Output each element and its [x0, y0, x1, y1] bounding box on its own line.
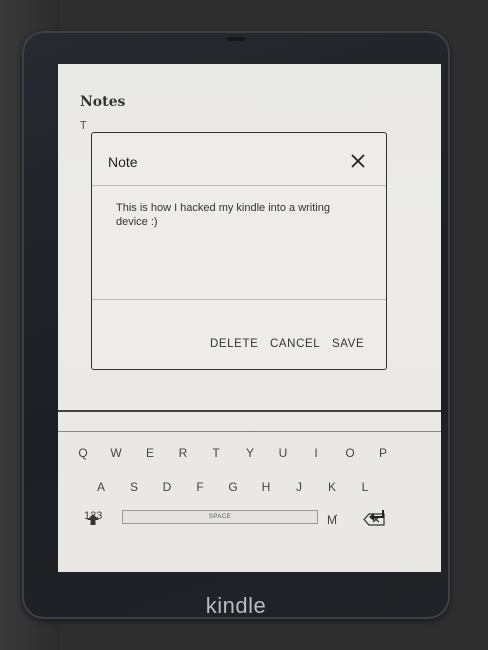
key-g[interactable]: G [223, 480, 243, 494]
key-o[interactable]: O [340, 446, 360, 460]
period-key[interactable]: . [335, 507, 338, 519]
dialog-divider [92, 299, 386, 300]
keyboard-divider [58, 410, 441, 412]
close-icon[interactable] [350, 153, 366, 169]
key-r[interactable]: R [173, 446, 193, 460]
key-j[interactable]: J [289, 480, 309, 494]
delete-button[interactable]: DELETE [210, 338, 258, 350]
key-i[interactable]: I [306, 446, 326, 460]
note-text-area[interactable]: This is how I hacked my kindle into a wr… [116, 201, 356, 229]
enter-icon[interactable] [366, 509, 388, 526]
notes-page-text: T [80, 119, 87, 132]
numbers-key[interactable]: 123 [84, 510, 102, 522]
space-key[interactable]: SPACE [122, 510, 318, 524]
key-l[interactable]: L [355, 480, 375, 494]
key-y[interactable]: Y [240, 446, 260, 460]
key-s[interactable]: S [124, 480, 144, 494]
key-d[interactable]: D [157, 480, 177, 494]
key-k[interactable]: K [322, 480, 342, 494]
note-dialog: Note This is how I hacked my kindle into… [91, 132, 387, 370]
dialog-divider [92, 185, 386, 186]
key-q[interactable]: Q [73, 446, 93, 460]
key-w[interactable]: W [106, 446, 126, 460]
key-t[interactable]: T [206, 446, 226, 460]
key-a[interactable]: A [91, 480, 111, 494]
notes-page-title: Notes [80, 94, 126, 110]
e-ink-screen: Notes T Note This is how I hacked my kin… [58, 64, 441, 572]
key-f[interactable]: F [190, 480, 210, 494]
key-u[interactable]: U [273, 446, 293, 460]
key-m[interactable]: M [322, 513, 342, 527]
save-button[interactable]: SAVE [332, 338, 364, 350]
light-sensor [227, 37, 245, 41]
dialog-title: Note [108, 154, 138, 170]
key-p[interactable]: P [373, 446, 393, 460]
kindle-logo: kindle [205, 593, 267, 618]
cancel-button[interactable]: CANCEL [270, 338, 320, 350]
key-e[interactable]: E [140, 446, 160, 460]
key-h[interactable]: H [256, 480, 276, 494]
kindle-device: Notes T Note This is how I hacked my kin… [22, 31, 450, 619]
keyboard-top-border [58, 431, 441, 432]
